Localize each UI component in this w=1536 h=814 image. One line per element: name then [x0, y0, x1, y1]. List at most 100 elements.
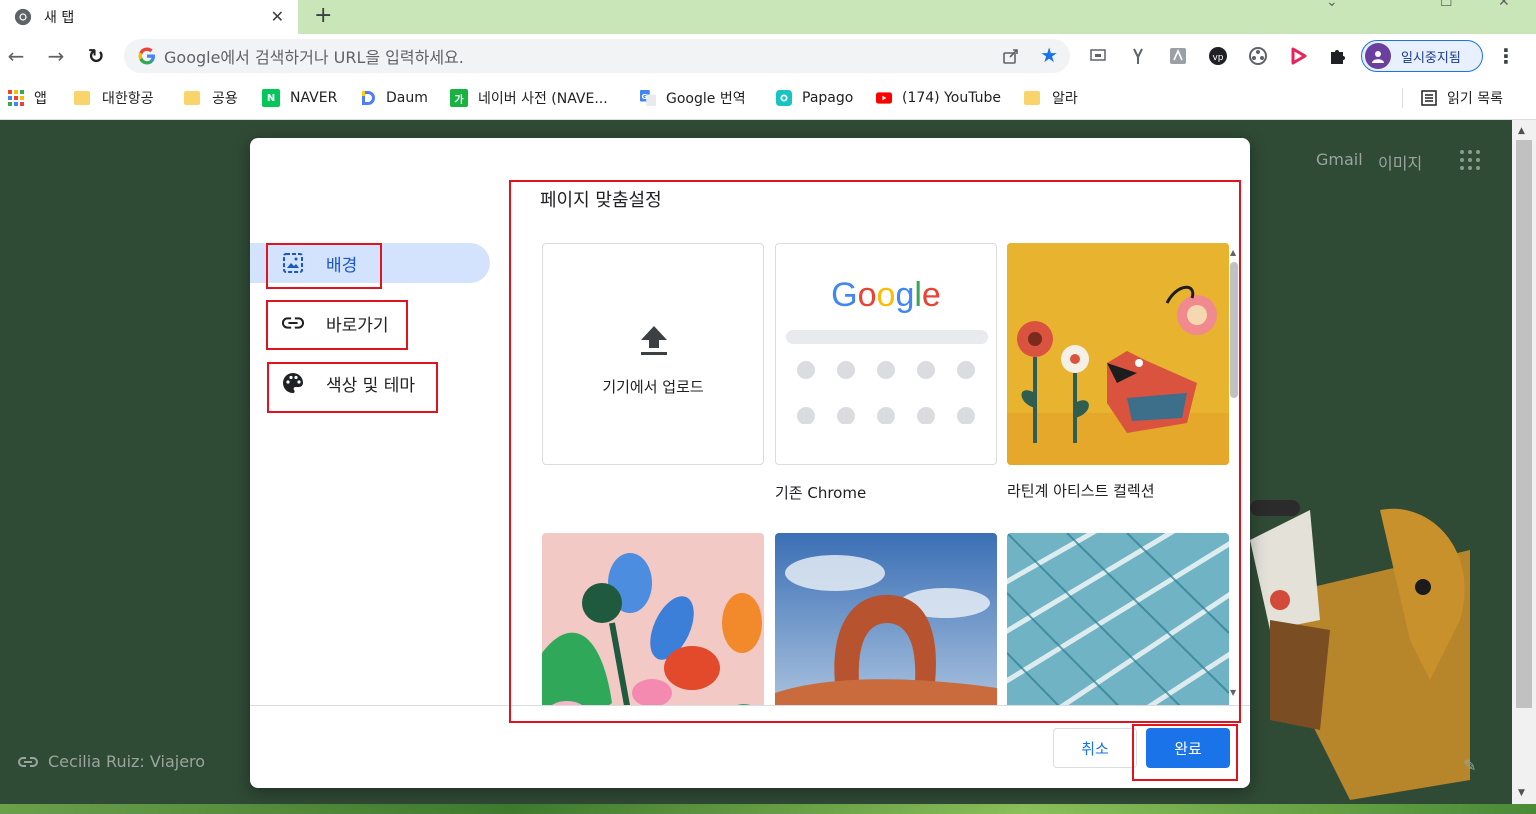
bookmark-google-translate[interactable]: G Google 번역 [640, 88, 746, 108]
bookmark-label: 앱 [34, 91, 47, 107]
bookmark-label: 알라 [1052, 91, 1078, 107]
minimize-button[interactable]: ⌄ [1326, 0, 1338, 10]
cancel-button[interactable]: 취소 [1053, 728, 1137, 768]
image-icon [282, 252, 304, 274]
tab-close-icon[interactable]: ✕ [271, 6, 284, 28]
apps-grid-icon [8, 90, 24, 106]
reading-list-button[interactable]: 읽기 목록 [1402, 88, 1503, 108]
papago-icon [776, 90, 792, 106]
sidebar-item-label: 배경 [326, 255, 358, 276]
bookmark-folder-alla[interactable]: 알라 [1024, 88, 1078, 108]
chrome-icon [14, 8, 32, 26]
forward-button[interactable]: → [44, 44, 68, 68]
customize-pencil-icon[interactable]: ✎ [1463, 756, 1476, 775]
tab-new-tab[interactable]: 새 탭 ✕ [0, 0, 298, 34]
profile-button[interactable]: 일시중지됨 [1361, 40, 1483, 72]
omnibox[interactable]: Google에서 검색하거나 URL을 입력하세요. ★ [124, 39, 1070, 73]
reading-list-label: 읽기 목록 [1447, 91, 1503, 107]
profile-status-label: 일시중지됨 [1401, 50, 1461, 66]
gmail-link[interactable]: Gmail [1316, 150, 1363, 169]
bookmark-label: 공용 [212, 91, 238, 107]
bookmark-naver-dictionary[interactable]: 가 네이버 사전 (NAVE... [450, 88, 608, 108]
google-apps-icon[interactable] [1460, 150, 1480, 170]
scroll-thumb[interactable] [1516, 140, 1532, 708]
bookmark-daum[interactable]: Daum [360, 88, 428, 108]
upload-from-device-tile[interactable]: 기기에서 업로드 [542, 243, 764, 465]
latin-collection-label: 라틴계 아티스트 컬렉션 [1007, 482, 1155, 500]
omnibox-placeholder: Google에서 검색하거나 URL을 입력하세요. [164, 48, 464, 67]
done-button[interactable]: 완료 [1146, 728, 1230, 768]
bookmark-youtube[interactable]: (174) YouTube [876, 88, 1001, 108]
background-thumbnail-flowers[interactable] [542, 533, 764, 705]
maximize-button[interactable]: ☐ [1440, 0, 1453, 10]
bookmark-apps[interactable]: 앱 [8, 88, 47, 108]
images-link[interactable]: 이미지 [1378, 150, 1422, 174]
extension-play-icon[interactable] [1288, 46, 1308, 66]
classic-chrome-label: 기존 Chrome [775, 484, 867, 502]
extension-fork-icon[interactable] [1128, 46, 1148, 66]
bookmark-label: Daum [386, 90, 428, 106]
dialog-scroll-thumb[interactable] [1230, 262, 1238, 398]
sidebar-item-label: 색상 및 테마 [326, 375, 416, 396]
sidebar-item-label: 바로가기 [326, 315, 389, 336]
extension-film-icon[interactable] [1248, 46, 1268, 66]
link-icon [18, 756, 38, 767]
scroll-down-arrow[interactable]: ▼ [1518, 788, 1525, 798]
tab-strip: 새 탭 ✕ + ⌄ ☐ ✕ [0, 0, 1536, 34]
background-thumbnail-glass-building[interactable] [1007, 533, 1229, 705]
bookmark-label: Google 번역 [666, 91, 746, 107]
folder-icon [184, 91, 200, 105]
extension-screen-icon[interactable] [1088, 46, 1108, 66]
shortcut-dots [797, 361, 975, 424]
latin-artist-collection-tile[interactable] [1007, 243, 1229, 465]
link-icon [282, 312, 304, 334]
bookmark-folder-korean-air[interactable]: 대한항공 [74, 88, 154, 108]
daum-icon [360, 90, 376, 106]
dialog-scroll-down-arrow[interactable]: ▼ [1230, 688, 1236, 697]
svg-text:G: G [642, 92, 648, 101]
background-thumbnail-arch[interactable] [775, 533, 997, 705]
reading-list-icon [1421, 90, 1437, 106]
google-g-icon [138, 47, 155, 65]
bookmark-label: (174) YouTube [902, 90, 1002, 106]
arch-thumbnail [775, 533, 997, 705]
bookmark-papago[interactable]: Papago [776, 88, 853, 108]
classic-chrome-tile[interactable]: Google [775, 243, 997, 465]
bookmark-naver[interactable]: N NAVER [262, 88, 337, 108]
extension-vp-icon[interactable]: vp [1208, 46, 1228, 66]
toolbar: ← → ↻ Google에서 검색하거나 URL을 입력하세요. ★ vp 일시… [0, 34, 1536, 78]
search-bar-placeholder [786, 330, 988, 344]
background-attribution[interactable]: Cecilia Ruiz: Viajero [18, 752, 205, 771]
sidebar-item-shortcuts[interactable]: 바로가기 [250, 303, 389, 343]
reload-button[interactable]: ↻ [84, 44, 108, 68]
dialog-divider [250, 705, 1250, 706]
upload-label: 기기에서 업로드 [602, 378, 704, 396]
latin-art-thumbnail [1007, 243, 1229, 465]
dialog-scrollbar[interactable]: ▲ ▼ [1228, 248, 1240, 704]
extensions-puzzle-icon[interactable] [1328, 46, 1348, 66]
folder-icon [1024, 91, 1040, 105]
new-tab-button[interactable]: + [314, 3, 332, 29]
dialog-scroll-up-arrow[interactable]: ▲ [1230, 248, 1236, 257]
sidebar-item-color-theme[interactable]: 색상 및 테마 [250, 363, 415, 403]
back-button[interactable]: ← [4, 44, 28, 68]
google-translate-icon: G [640, 90, 656, 106]
bookmark-star-icon[interactable]: ★ [1040, 44, 1058, 66]
bookmark-label: 대한항공 [102, 91, 154, 107]
dialog-title: 페이지 맞춤설정 [540, 190, 662, 211]
svg-text:vp: vp [1212, 53, 1223, 63]
share-icon[interactable] [1002, 47, 1020, 65]
attribution-text: Cecilia Ruiz: Viajero [48, 752, 206, 771]
window-close-button[interactable]: ✕ [1498, 0, 1510, 10]
palette-icon [282, 372, 304, 394]
page-scrollbar[interactable]: ▲ ▼ [1512, 120, 1536, 804]
bookmark-label: Papago [802, 90, 854, 106]
sidebar-item-background[interactable]: 배경 [250, 243, 490, 283]
naver-dict-icon: 가 [450, 89, 468, 107]
upload-icon [641, 326, 667, 355]
bookmark-folder-shared[interactable]: 공용 [184, 88, 238, 108]
background-options-grid: 기기에서 업로드 Google 기존 Chrome 라틴계 아티스트 컬렉션 [542, 243, 1232, 705]
scroll-up-arrow[interactable]: ▲ [1518, 126, 1525, 136]
extension-pdf-icon[interactable] [1168, 46, 1188, 66]
browser-menu-button[interactable]: ⋮ [1496, 44, 1516, 68]
